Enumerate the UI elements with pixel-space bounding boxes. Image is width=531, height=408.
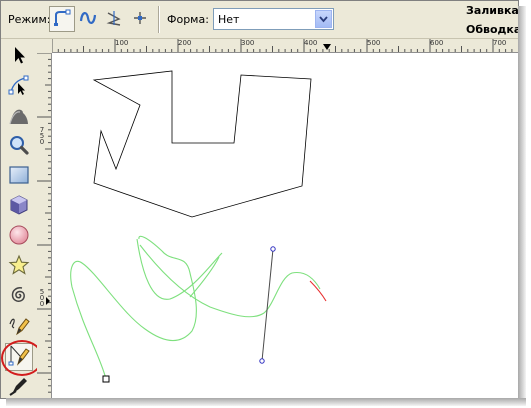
- h-ruler-label: 500: [367, 39, 381, 47]
- vertical-ruler: 750 500: [37, 53, 52, 398]
- spiro-mode-icon: [79, 9, 97, 30]
- zigzag-mode-icon: [105, 9, 123, 30]
- drawing-canvas[interactable]: [52, 53, 518, 398]
- polygon-path[interactable]: [92, 70, 312, 218]
- stroke-label: Обводка:: [466, 23, 518, 36]
- node-handle[interactable]: [270, 246, 276, 252]
- path-start-node[interactable]: [102, 375, 110, 383]
- zoom-magnifier-icon: [8, 134, 30, 160]
- shape-dropdown-button[interactable]: [315, 10, 332, 28]
- node-tool-button[interactable]: [5, 73, 33, 101]
- toolbar-separator: [158, 6, 160, 33]
- tweak-tool-button[interactable]: [5, 103, 33, 131]
- toolbox: [1, 39, 43, 398]
- handle-line: [261, 248, 274, 362]
- calligraphy-icon: [8, 374, 30, 398]
- shape-label: Форма:: [167, 13, 209, 26]
- node-edit-icon: [8, 74, 30, 100]
- h-ruler-label: 700: [493, 39, 507, 47]
- tweak-wave-icon: [8, 104, 30, 130]
- window-shadow: [6, 398, 526, 406]
- pencil-icon: [8, 314, 30, 340]
- mode-label: Режим:: [8, 13, 51, 26]
- rectangle-icon: [8, 164, 30, 190]
- selector-arrow-icon: [9, 45, 29, 69]
- h-ruler-label: 300: [241, 39, 255, 47]
- ellipse-tool-button[interactable]: [5, 223, 33, 251]
- rectangle-tool-button[interactable]: [5, 163, 33, 191]
- star-icon: [8, 254, 30, 280]
- green-trail-paths: [70, 235, 321, 380]
- spiro-mode-button[interactable]: [75, 6, 101, 32]
- chevron-down-icon: [319, 13, 328, 26]
- horizontal-ruler: 100 200 300 400 500 600 700: [52, 39, 518, 53]
- spiral-tool-button[interactable]: [5, 283, 33, 311]
- 3d-box-tool-button[interactable]: [5, 193, 33, 221]
- h-ruler-label: 400: [304, 39, 318, 47]
- bezier-mode-button[interactable]: [49, 6, 75, 32]
- tool-controls-bar: Режим: Форма: Нет Заливка: Обводк: [1, 1, 518, 39]
- paraxial-mode-button[interactable]: [127, 6, 153, 32]
- window-shadow: [518, 6, 526, 402]
- v-ruler-label: 750: [39, 126, 45, 146]
- shape-dropdown[interactable]: Нет: [213, 8, 334, 30]
- zigzag-mode-button[interactable]: [101, 6, 127, 32]
- pencil-tool-button[interactable]: [5, 313, 33, 341]
- h-ruler-label: 600: [430, 39, 444, 47]
- inkscape-window: Режим: Форма: Нет Заливка: Обводк 100 20…: [0, 0, 519, 399]
- fill-label: Заливка:: [466, 4, 519, 17]
- 3d-box-icon: [8, 194, 30, 220]
- h-ruler-label: 100: [115, 39, 129, 47]
- zoom-tool-button[interactable]: [5, 133, 33, 161]
- paraxial-mode-icon: [131, 9, 149, 30]
- red-segment-path: [309, 280, 327, 302]
- v-ruler-label: 500: [39, 288, 45, 308]
- calligraphy-tool-button[interactable]: [5, 373, 33, 398]
- shape-dropdown-value: Нет: [218, 13, 240, 26]
- bezier-mode-icon: [53, 9, 71, 30]
- star-tool-button[interactable]: [5, 253, 33, 281]
- selector-tool-button[interactable]: [5, 43, 33, 71]
- h-ruler-label: 200: [178, 39, 192, 47]
- ruler-position-marker: [46, 297, 50, 305]
- spiral-icon: [8, 284, 30, 310]
- node-handle[interactable]: [259, 358, 265, 364]
- ruler-position-marker: [323, 44, 331, 50]
- ellipse-icon: [8, 224, 30, 250]
- ruler-corner: [37, 39, 52, 53]
